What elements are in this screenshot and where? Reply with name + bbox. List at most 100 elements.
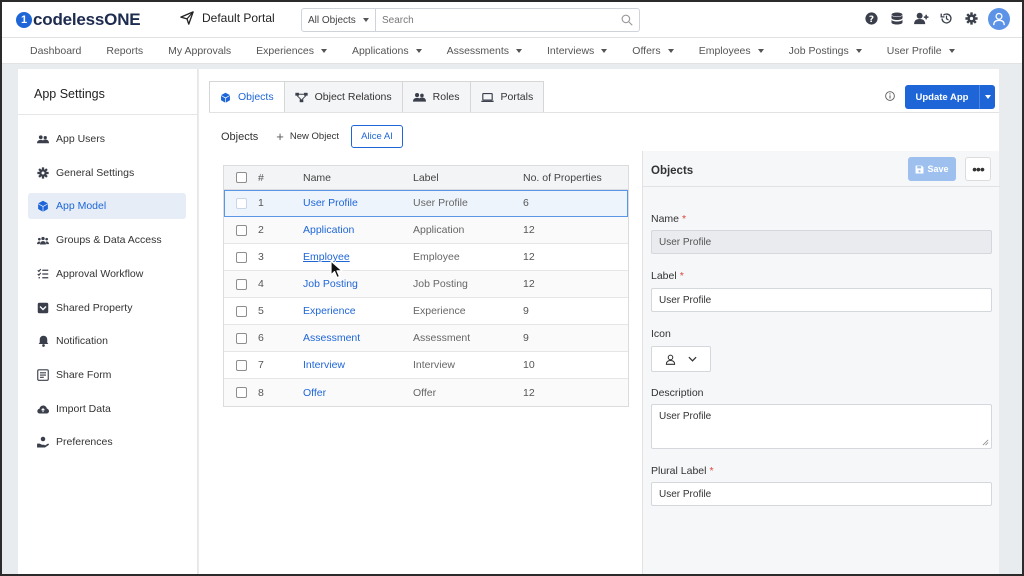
users-icon: [37, 133, 49, 145]
row-properties: 10: [523, 359, 535, 371]
table-row[interactable]: 7 Interview Interview 10: [224, 352, 628, 379]
nav-applications[interactable]: Applications: [352, 45, 422, 57]
row-name-link[interactable]: Offer: [303, 387, 413, 399]
info-icon[interactable]: [885, 91, 895, 101]
search-scope-select[interactable]: All Objects: [302, 9, 376, 31]
row-checkbox[interactable]: [235, 278, 247, 290]
row-name-link[interactable]: Experience: [303, 305, 413, 317]
row-number: 4: [258, 278, 264, 290]
more-options-button[interactable]: •••: [965, 157, 991, 181]
tab-roles[interactable]: Roles: [401, 81, 470, 113]
description-label: Description: [651, 387, 704, 399]
row-label: Assessment: [413, 332, 471, 344]
sidebar-item-general-settings[interactable]: General Settings: [28, 160, 186, 186]
row-checkbox[interactable]: [235, 332, 247, 344]
shared-box-icon: [37, 302, 49, 314]
row-name-link[interactable]: Assessment: [303, 332, 413, 344]
nav-assessments[interactable]: Assessments: [447, 45, 523, 57]
table-row[interactable]: 6 Assessment Assessment 9: [224, 325, 628, 352]
sidebar-item-notification[interactable]: Notification: [28, 328, 186, 354]
select-all-checkbox[interactable]: [235, 172, 247, 183]
row-checkbox[interactable]: [235, 359, 247, 371]
row-checkbox[interactable]: [235, 387, 247, 398]
row-properties: 12: [523, 386, 535, 399]
table-row[interactable]: 5 Experience Experience 9: [224, 298, 628, 325]
row-checkbox[interactable]: [235, 224, 247, 236]
label-field[interactable]: User Profile: [651, 288, 992, 312]
nav-user-profile[interactable]: User Profile: [887, 45, 955, 57]
sidebar-item-share-form[interactable]: Share Form: [28, 362, 186, 388]
nav-my-approvals[interactable]: My Approvals: [168, 45, 231, 57]
help-icon[interactable]: ?: [864, 11, 879, 26]
svg-text:?: ?: [869, 15, 874, 25]
resize-handle-icon[interactable]: [982, 439, 989, 446]
nav-job-postings[interactable]: Job Postings: [789, 45, 862, 57]
row-checkbox[interactable]: [235, 251, 247, 263]
table-row[interactable]: 2 Application Application 12: [224, 217, 628, 244]
table-row[interactable]: 3 Employee Employee 12: [224, 244, 628, 271]
row-label: Experience: [413, 305, 466, 317]
update-app-dropdown[interactable]: [979, 85, 995, 109]
column-header-name[interactable]: Name: [303, 172, 413, 184]
row-check-cell: [224, 197, 258, 209]
save-button[interactable]: Save: [908, 157, 956, 181]
portal-selector[interactable]: Default Portal: [180, 11, 275, 25]
row-checkbox[interactable]: [235, 305, 247, 317]
history-icon[interactable]: [939, 11, 954, 26]
nav-reports[interactable]: Reports: [106, 45, 143, 57]
laptop-icon: [480, 92, 494, 102]
settings-icon[interactable]: [964, 11, 979, 26]
table-row[interactable]: 1 User Profile User Profile 6: [224, 190, 628, 217]
sidebar-item-shared-property[interactable]: Shared Property: [28, 295, 186, 321]
plural-label-field[interactable]: User Profile: [651, 482, 992, 506]
description-textarea[interactable]: User Profile: [651, 404, 992, 449]
tab-portals[interactable]: Portals: [469, 81, 545, 113]
row-check-cell: [224, 359, 258, 371]
avatar[interactable]: [988, 8, 1010, 30]
update-app-label: Update App: [915, 91, 969, 103]
column-header-properties[interactable]: No. of Properties: [523, 172, 628, 184]
nav-employees[interactable]: Employees: [699, 45, 764, 57]
column-header-number[interactable]: #: [258, 172, 303, 184]
nav-offers[interactable]: Offers: [632, 45, 674, 57]
sidebar-item-app-users[interactable]: App Users: [28, 126, 186, 152]
nav-experiences[interactable]: Experiences: [256, 45, 327, 57]
column-header-label[interactable]: Label: [413, 172, 523, 184]
table-header: # Name Label No. of Properties: [224, 166, 628, 190]
row-number: 7: [258, 359, 264, 371]
chevron-down-icon: [516, 48, 523, 53]
row-name-link[interactable]: Application: [303, 224, 413, 236]
update-app-button[interactable]: Update App: [905, 85, 995, 109]
alice-ai-button[interactable]: Alice AI: [351, 125, 403, 148]
database-icon[interactable]: [889, 11, 904, 26]
gear-icon: [37, 167, 49, 179]
search-button[interactable]: [615, 9, 639, 31]
save-label: Save: [927, 164, 949, 174]
tab-objects[interactable]: Objects: [209, 81, 284, 113]
icon-select[interactable]: [651, 346, 711, 372]
sidebar-item-preferences[interactable]: Preferences: [28, 429, 186, 455]
row-checkbox[interactable]: [235, 197, 247, 209]
sidebar-item-groups-data-access[interactable]: Groups & Data Access: [28, 227, 186, 253]
table-row[interactable]: 8 Offer Offer 12: [224, 379, 628, 406]
row-name-link[interactable]: Interview: [303, 359, 413, 371]
logo[interactable]: 1 codelessONE: [16, 9, 141, 31]
sidebar-item-app-model[interactable]: App Model: [28, 193, 186, 219]
user-add-icon[interactable]: [914, 11, 929, 26]
tab-object-relations[interactable]: Object Relations: [283, 81, 402, 113]
row-name-link[interactable]: Employee: [303, 251, 413, 263]
nav-interviews[interactable]: Interviews: [547, 45, 608, 57]
new-object-button[interactable]: + New Object: [276, 129, 339, 144]
sidebar-item-label: Approval Workflow: [56, 268, 144, 280]
row-name-link[interactable]: User Profile: [303, 197, 413, 209]
sidebar-item-import-data[interactable]: Import Data: [28, 396, 186, 422]
app-window: 1 codelessONE Default Portal All Objects…: [0, 0, 1024, 576]
search-scope-label: All Objects: [308, 14, 356, 26]
sidebar-item-approval-workflow[interactable]: Approval Workflow: [28, 261, 186, 287]
nav-label: Job Postings: [788, 44, 849, 57]
search-input[interactable]: [376, 9, 615, 31]
table-row[interactable]: 4 Job Posting Job Posting 12: [224, 271, 628, 298]
nav-dashboard[interactable]: Dashboard: [30, 45, 81, 57]
row-name-link[interactable]: Job Posting: [303, 278, 413, 290]
nav-label: Experiences: [256, 44, 314, 57]
